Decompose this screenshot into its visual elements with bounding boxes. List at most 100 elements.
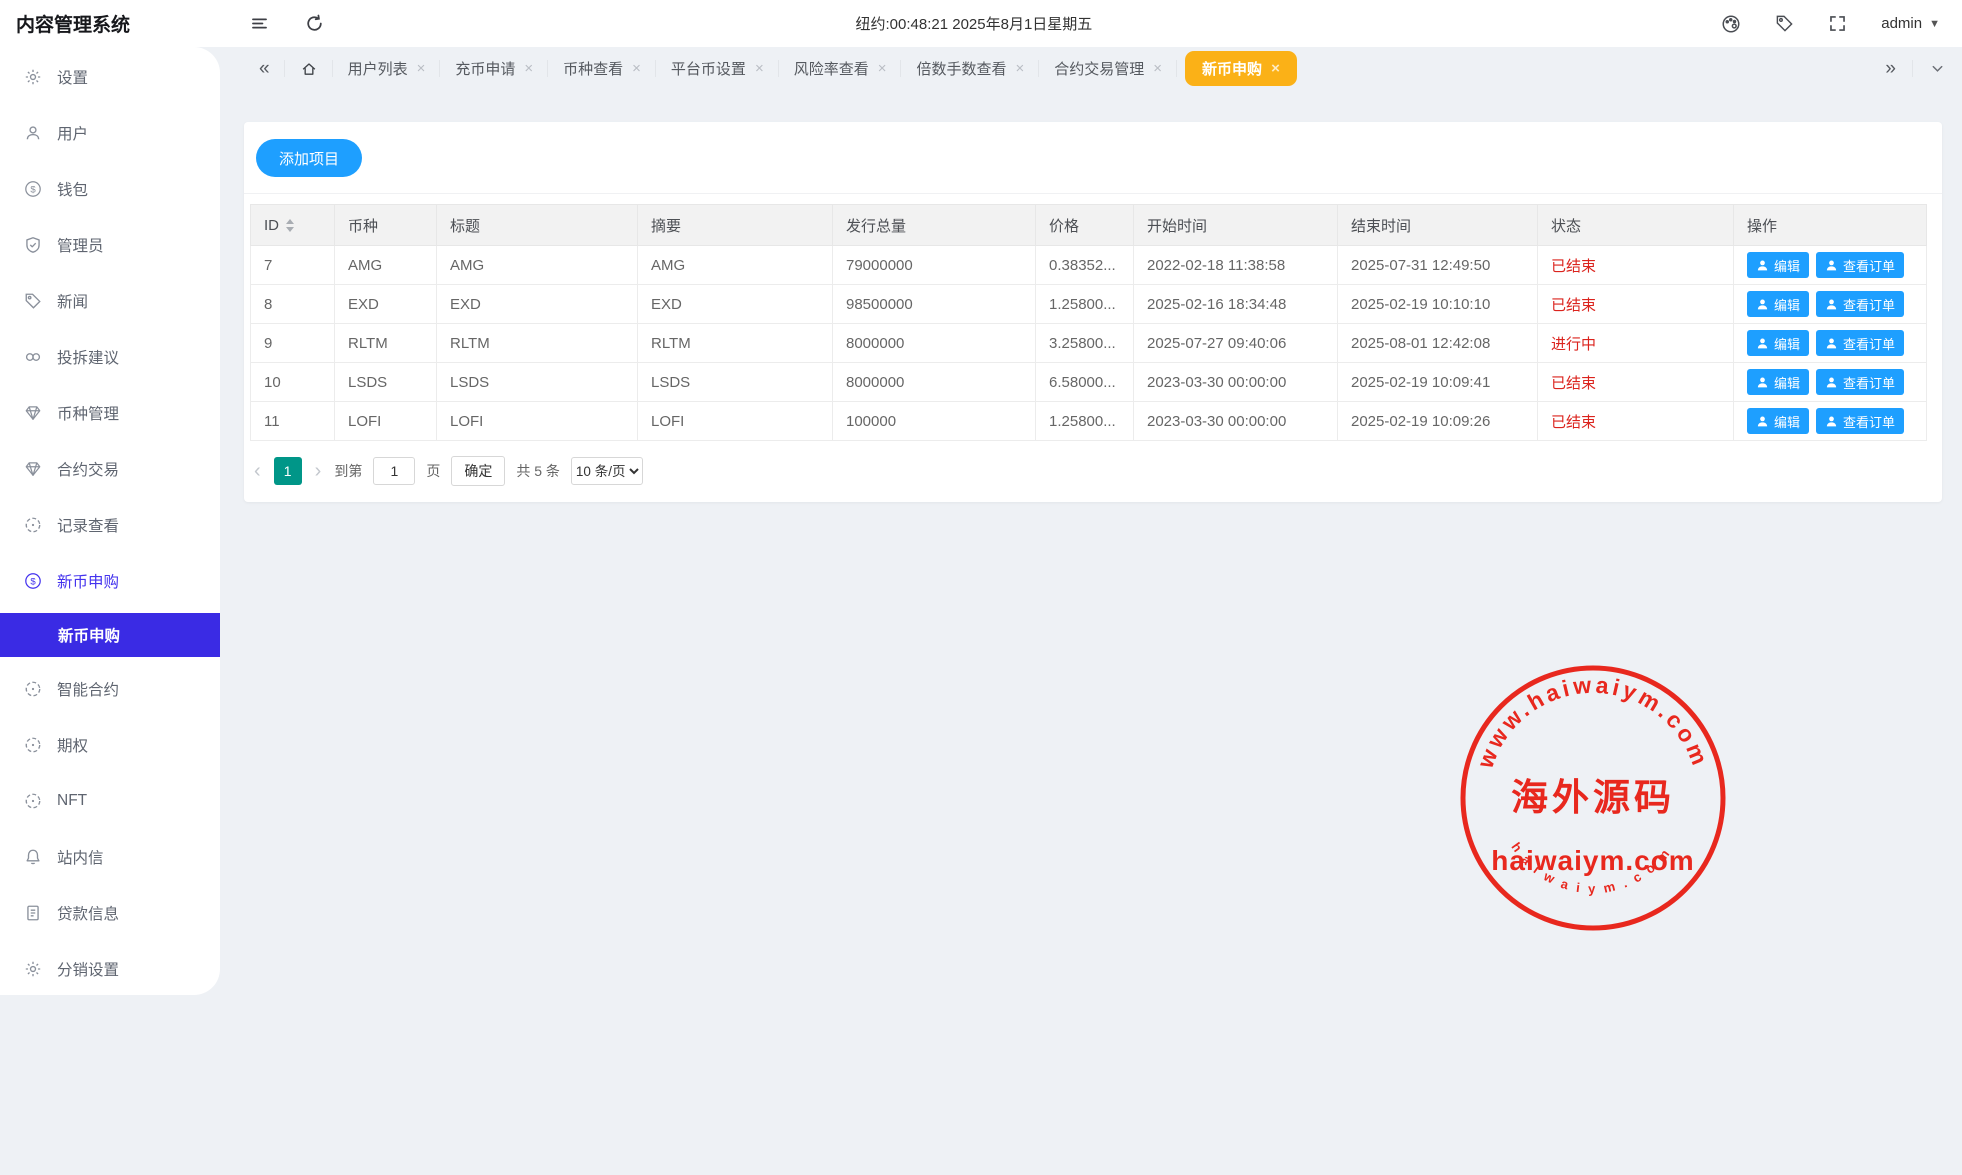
cell-end: 2025-07-31 12:49:50: [1338, 246, 1538, 285]
cell-id: 10: [251, 363, 335, 402]
column-header-label: 价格: [1049, 218, 1079, 235]
sidebar-item[interactable]: $ 钱包: [0, 161, 220, 217]
column-header: 操作: [1734, 205, 1927, 246]
cell-summary: LOFI: [638, 402, 833, 441]
user-menu[interactable]: admin ▼: [1881, 15, 1940, 32]
collapse-menu-icon[interactable]: [250, 14, 269, 33]
fullscreen-icon[interactable]: [1828, 14, 1847, 33]
cell-actions: 编辑查看订单: [1734, 285, 1927, 324]
watermark-arc-bottom: haiwaiym.com: [1508, 840, 1677, 897]
cell-start: 2023-03-30 00:00:00: [1134, 402, 1338, 441]
column-header[interactable]: ID: [251, 205, 335, 246]
close-icon[interactable]: ×: [1271, 61, 1280, 76]
prev-page-icon[interactable]: ‹: [252, 461, 263, 481]
user-icon: [1756, 376, 1769, 389]
add-project-button[interactable]: 添加项目: [256, 139, 362, 177]
view-order-button[interactable]: 查看订单: [1816, 330, 1904, 356]
close-icon[interactable]: ×: [878, 61, 887, 76]
close-icon[interactable]: ×: [755, 61, 764, 76]
tag-icon: [24, 292, 42, 310]
edit-button[interactable]: 编辑: [1747, 291, 1809, 317]
close-icon[interactable]: ×: [417, 61, 426, 76]
header-left-icons: [250, 14, 324, 33]
tab[interactable]: 风险率查看×: [779, 47, 902, 90]
cell-coin: AMG: [335, 246, 437, 285]
sort-carets-icon[interactable]: [286, 219, 294, 232]
tab[interactable]: 平台币设置 ×: [656, 47, 779, 90]
close-icon[interactable]: ×: [524, 61, 533, 76]
close-icon[interactable]: ×: [632, 61, 641, 76]
sidebar-item[interactable]: 站内信: [0, 829, 220, 885]
confirm-page-button[interactable]: 确定: [451, 456, 505, 486]
tab[interactable]: 合约交易管理×: [1039, 47, 1177, 90]
tag-icon[interactable]: [1775, 14, 1794, 33]
sidebar-item-label: NFT: [57, 792, 87, 810]
page-jump-input[interactable]: [373, 457, 415, 485]
cell-actions: 编辑查看订单: [1734, 363, 1927, 402]
sidebar-item[interactable]: 智能合约: [0, 661, 220, 717]
sidebar-item[interactable]: 用户: [0, 105, 220, 161]
edit-button[interactable]: 编辑: [1747, 252, 1809, 278]
sidebar-item-label: 管理员: [57, 234, 104, 256]
edit-button[interactable]: 编辑: [1747, 408, 1809, 434]
sidebar-item[interactable]: 贷款信息: [0, 885, 220, 941]
goto-prefix-label: 到第: [334, 461, 362, 481]
sidebar-item[interactable]: 期权: [0, 717, 220, 773]
tab[interactable]: 倍数手数查看×: [901, 47, 1039, 90]
page-size-select[interactable]: 10 条/页: [571, 457, 643, 485]
sidebar-item[interactable]: 合约交易: [0, 441, 220, 497]
view-order-button[interactable]: 查看订单: [1816, 252, 1904, 278]
view-order-button[interactable]: 查看订单: [1816, 291, 1904, 317]
action-button-label: 编辑: [1774, 295, 1800, 314]
history-icon: [24, 792, 42, 810]
sidebar-item[interactable]: 新闻: [0, 273, 220, 329]
sidebar-item[interactable]: 管理员: [0, 217, 220, 273]
sidebar-item[interactable]: 投拆建议: [0, 329, 220, 385]
tab-label: 平台币设置: [671, 58, 746, 79]
cell-actions: 编辑查看订单: [1734, 246, 1927, 285]
cell-summary: RLTM: [638, 324, 833, 363]
sidebar-item[interactable]: 设置: [0, 49, 220, 105]
sidebar-item[interactable]: 记录查看: [0, 497, 220, 553]
tabs-scroll-left-button[interactable]: «: [244, 47, 285, 90]
view-order-button[interactable]: 查看订单: [1816, 408, 1904, 434]
cell-start: 2023-03-30 00:00:00: [1134, 363, 1338, 402]
app-title: 内容管理系统: [0, 10, 220, 37]
palette-icon[interactable]: [1721, 14, 1741, 34]
action-button-label: 查看订单: [1843, 412, 1895, 431]
tab[interactable]: 币种查看 ×: [548, 47, 656, 90]
page-number-button[interactable]: 1: [274, 457, 302, 485]
tab-label: 币种查看: [563, 58, 623, 79]
tab-label: 用户列表: [348, 58, 408, 79]
user-icon: [1825, 298, 1838, 311]
sidebar-item[interactable]: NFT: [0, 773, 220, 829]
column-header: 标题: [437, 205, 638, 246]
close-icon[interactable]: ×: [1153, 61, 1162, 76]
tabs-list: 用户列表×充币申请×币种查看×平台币设置×风险率查看×倍数手数查看×合约交易管理…: [333, 47, 1305, 90]
svg-text:www.haiwaiym.com: www.haiwaiym.com: [1471, 671, 1714, 772]
close-icon[interactable]: ×: [1016, 61, 1025, 76]
tabs-scroll-right-button[interactable]: »: [1868, 47, 1913, 90]
table-row: 10LSDSLSDSLSDS80000006.58000...2023-03-3…: [251, 363, 1927, 402]
status-badge: 已结束: [1538, 402, 1734, 441]
watermark-center-en: haiwaiym.com: [1491, 845, 1694, 876]
tabs-menu-button[interactable]: [1913, 47, 1962, 90]
tab[interactable]: 新币申购×: [1185, 51, 1297, 86]
edit-button[interactable]: 编辑: [1747, 369, 1809, 395]
edit-button[interactable]: 编辑: [1747, 330, 1809, 356]
view-order-button[interactable]: 查看订单: [1816, 369, 1904, 395]
home-tab-button[interactable]: [285, 47, 333, 90]
refresh-icon[interactable]: [305, 14, 324, 33]
svg-text:$: $: [30, 576, 36, 587]
sidebar-item[interactable]: 币种管理: [0, 385, 220, 441]
sidebar-item-label: 钱包: [57, 178, 88, 200]
svg-text:$: $: [30, 184, 36, 195]
sidebar-item[interactable]: $新币申购: [0, 553, 220, 609]
next-page-icon[interactable]: ›: [313, 461, 324, 481]
sidebar-submenu-item[interactable]: 新币申购: [0, 613, 220, 657]
cell-end: 2025-02-19 10:09:26: [1338, 402, 1538, 441]
sidebar-item[interactable]: 分销设置: [0, 941, 220, 997]
tab[interactable]: 充币申请×: [440, 47, 548, 90]
tab[interactable]: 用户列表 ×: [333, 47, 441, 90]
column-header-label: 标题: [450, 218, 480, 235]
